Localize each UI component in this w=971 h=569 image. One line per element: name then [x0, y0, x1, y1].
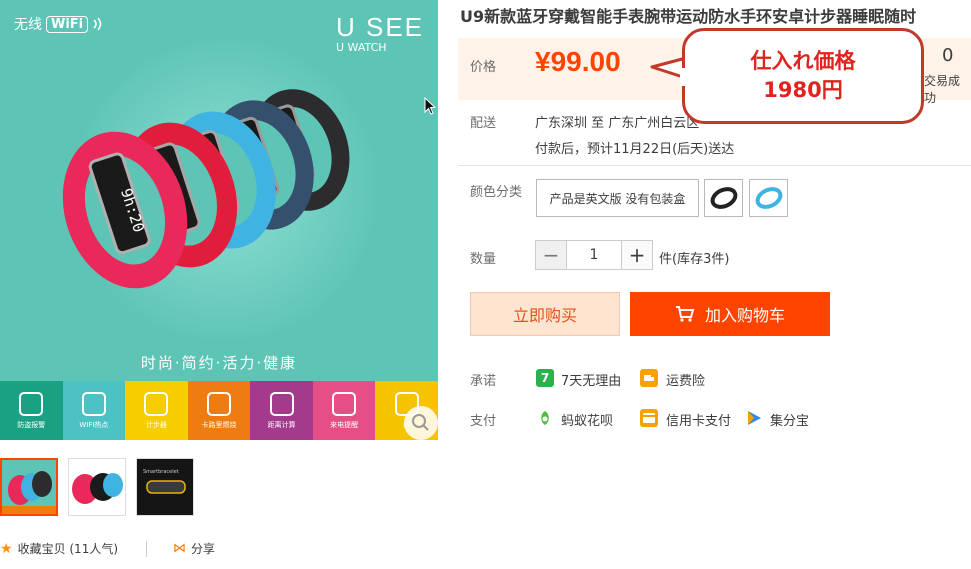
feature-tile: 卡路里燃烧 [187, 381, 251, 440]
feature-icon [332, 391, 357, 416]
favorite-row: ★ 收藏宝贝 (11人气) ⋈ 分享 [0, 540, 215, 557]
annotation-callout: 仕入れ価格 1980円 [650, 28, 930, 126]
share-label[interactable]: 分享 [191, 540, 215, 557]
color-option-text[interactable]: 产品是英文版 没有包装盒 [536, 179, 699, 217]
share-icon[interactable]: ⋈ [173, 541, 186, 556]
feature-tile: 距离计算 [250, 381, 313, 440]
feature-label: 来电提醒 [330, 420, 359, 429]
stock-text: 件(库存3件) [659, 252, 730, 267]
promise-return[interactable]: 7天无理由 [561, 370, 621, 389]
feature-label: 计步器 [145, 420, 167, 429]
feature-tile: 计步器 [125, 381, 188, 440]
zoom-icon[interactable] [404, 406, 438, 440]
delivery-eta: 付款后，预计11月22日(后天)送达 [535, 142, 735, 157]
seven-day-return-icon: 7 [536, 369, 554, 387]
add-to-cart-button[interactable]: 加入购物车 [630, 292, 830, 336]
main-product-image[interactable]: 无线 WiFi U SEE U WATCH 9h:20 时尚·简约·活力·健康 … [0, 0, 438, 440]
add-to-cart-label: 加入购物车 [704, 306, 785, 325]
mouse-cursor-icon [424, 97, 437, 115]
feature-label: 防盗报警 [17, 420, 46, 429]
sales-count: 0 [942, 45, 954, 66]
promise-label: 承诺 [470, 374, 497, 389]
thumbnail-1[interactable] [0, 458, 58, 516]
payment-jifen[interactable]: 集分宝 [770, 410, 809, 429]
divider [146, 540, 148, 557]
callout-bubble: 仕入れ価格 1980円 [682, 28, 924, 124]
huabei-icon [536, 409, 554, 427]
feature-icon [19, 391, 44, 416]
decrease-button[interactable]: − [535, 240, 567, 270]
thumbnail-3[interactable]: Smartbracelet [136, 458, 194, 516]
color-label: 颜色分类 [470, 185, 523, 200]
feature-icon [207, 391, 232, 416]
promise-shipping[interactable]: 运费险 [666, 370, 705, 389]
product-title: U9新款蓝牙穿戴智能手表腕带运动防水手环安卓计步器睡眠随时 [460, 7, 917, 26]
color-option-blue[interactable] [749, 179, 788, 217]
quantity-input[interactable]: 1 [567, 240, 621, 270]
smart-bands-illustration: 9h:20 [62, 89, 350, 289]
jifenbao-icon [745, 409, 763, 427]
color-option-black[interactable] [704, 179, 743, 217]
payment-label: 支付 [470, 414, 497, 429]
thumbnail-3-text: Smartbracelet [143, 469, 179, 475]
cart-icon [675, 306, 695, 322]
blue-band-swatch-icon [755, 187, 782, 209]
feature-tile: WIFI热点 [62, 381, 126, 440]
thumbnail-strip: Smartbracelet [0, 458, 194, 516]
quantity-label: 数量 [470, 252, 497, 267]
callout-line-1: 仕入れ価格 [750, 48, 856, 73]
black-band-swatch-icon [710, 187, 737, 209]
price-value: ¥99.00 [535, 46, 621, 77]
section-divider [458, 165, 971, 166]
favorite-label[interactable]: 收藏宝贝 (11人气) [18, 540, 118, 557]
image-slogan: 时尚·简约·活力·健康 [140, 354, 298, 372]
payment-huabei[interactable]: 蚂蚁花呗 [561, 410, 613, 429]
shipping-insurance-icon [640, 369, 658, 387]
callout-pointer-mask [680, 68, 688, 86]
feature-tile: 来电提醒 [312, 381, 376, 440]
quantity-stepper: − 1 + [535, 240, 653, 270]
credit-card-icon [640, 409, 658, 427]
delivery-label: 配送 [470, 116, 497, 131]
callout-line-2: 1980円 [763, 78, 843, 102]
feature-label: 卡路里燃烧 [201, 420, 237, 429]
feature-label: WIFI热点 [79, 420, 109, 429]
star-icon[interactable]: ★ [0, 541, 13, 557]
feature-label: 距离计算 [267, 420, 296, 429]
feature-icon [81, 391, 106, 416]
feature-strip: 防盗报警WIFI热点计步器卡路里燃烧距离计算来电提醒闹 [0, 381, 438, 440]
buy-now-button[interactable]: 立即购买 [470, 292, 620, 336]
payment-credit[interactable]: 信用卡支付 [666, 410, 731, 429]
feature-icon [269, 391, 294, 416]
thumbnail-2[interactable] [68, 458, 126, 516]
increase-button[interactable]: + [621, 240, 653, 270]
price-label: 价格 [470, 60, 497, 75]
feature-icon [144, 391, 169, 416]
feature-tile: 防盗报警 [0, 381, 63, 440]
sales-label: 交易成功 [924, 74, 961, 105]
